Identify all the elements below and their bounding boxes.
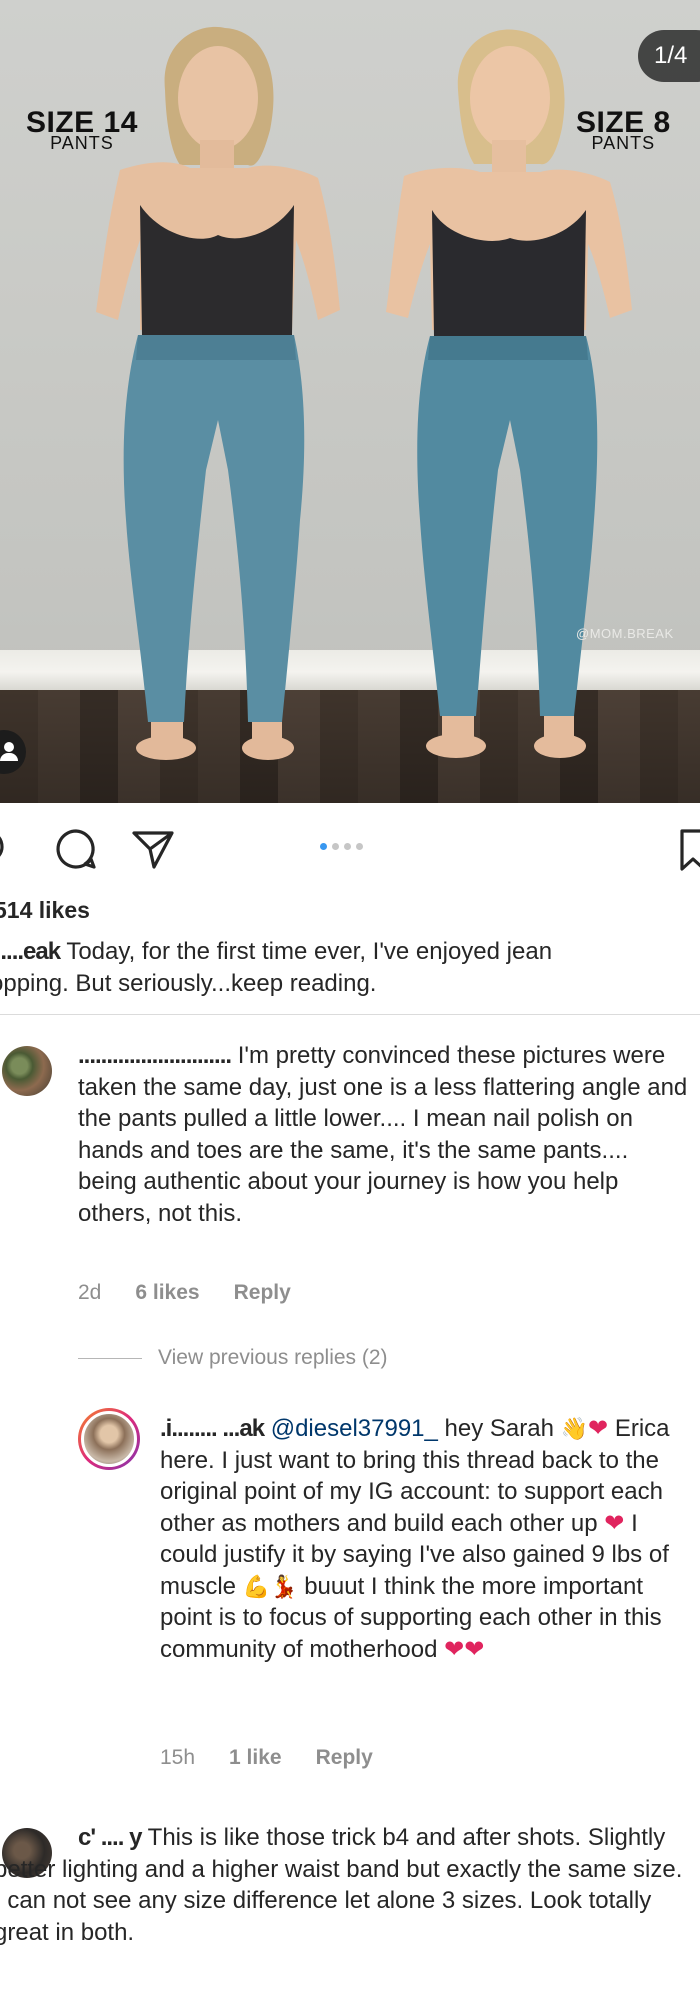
reply-time: 15h — [160, 1746, 196, 1769]
reply-likes[interactable]: 1 like — [229, 1746, 282, 1770]
carousel-dot — [332, 843, 339, 850]
avatar[interactable] — [2, 1046, 52, 1096]
carousel-dot-active — [320, 843, 327, 850]
reply-text: .i........ ...ak @diesel37991_ hey Sarah… — [160, 1413, 670, 1665]
heart-icon[interactable] — [0, 827, 16, 867]
reply-body-a: hey Sarah — [444, 1415, 554, 1442]
reply-meta: 15h 1 like Reply — [160, 1746, 373, 1770]
reply-button[interactable]: Reply — [234, 1281, 291, 1305]
likes-count[interactable]: 514 likes — [0, 897, 90, 924]
share-icon[interactable] — [130, 827, 176, 871]
left-size-label: SIZE 14 PANTS — [26, 108, 138, 153]
comment-time: 2d — [78, 1281, 102, 1304]
view-previous-replies[interactable]: View previous replies (2) — [78, 1346, 388, 1370]
heart-emoji-icon: ❤❤ — [444, 1635, 485, 1663]
carousel-indicator — [320, 843, 363, 850]
heart-emoji-icon: ❤ — [588, 1415, 609, 1442]
replies-line — [78, 1357, 142, 1359]
comment-text: ........................... I'm pretty c… — [78, 1040, 688, 1229]
comment-icon[interactable] — [54, 827, 98, 871]
watermark: @MOM.BREAK — [576, 626, 674, 641]
reply-mention[interactable]: @diesel37991_ — [271, 1415, 438, 1442]
caption-username[interactable]: '.....eak — [0, 938, 61, 965]
waving-hand-icon: 👋 — [560, 1416, 589, 1441]
reply-username[interactable]: .i........ ...ak — [160, 1415, 265, 1442]
caption-text-line2: opping. But seriously...keep reading. — [0, 970, 377, 997]
heart-emoji-icon: ❤ — [604, 1509, 625, 1537]
dancer-icon: 💃 — [270, 1573, 298, 1599]
right-size-label: SIZE 8 PANTS — [576, 108, 671, 153]
flexed-biceps-icon: 💪 — [242, 1573, 271, 1599]
comment-username[interactable]: ........................... — [78, 1042, 232, 1069]
view-replies-label[interactable]: View previous replies (2) — [158, 1346, 388, 1370]
slide-counter: 1/4 — [638, 30, 700, 82]
comment-likes[interactable]: 6 likes — [135, 1281, 199, 1305]
comment-meta: 2d 6 likes Reply — [78, 1281, 291, 1305]
caption-text: Today, for the first time ever, I've enj… — [66, 938, 553, 965]
divider — [0, 1014, 700, 1015]
carousel-dot — [344, 843, 351, 850]
comment-text: c' .... y This is like those trick b4 an… — [0, 1822, 684, 1948]
bookmark-icon[interactable] — [678, 827, 700, 873]
comment-username[interactable]: c' .... y — [78, 1824, 142, 1851]
reply-body-d: buuut I think the more important point i… — [160, 1572, 662, 1663]
carousel-dot — [356, 843, 363, 850]
reply-button[interactable]: Reply — [316, 1746, 373, 1770]
comment-body-start: I'm pretty — [237, 1042, 336, 1069]
post-image[interactable]: SIZE 14 PANTS SIZE 8 PANTS 1/4 @MOM.BREA… — [0, 0, 700, 803]
avatar-story-ring[interactable] — [78, 1408, 140, 1470]
post-caption: '.....eak Today, for the first time ever… — [0, 936, 690, 1000]
comment-body: convinced these pictures were taken the … — [78, 1042, 688, 1227]
